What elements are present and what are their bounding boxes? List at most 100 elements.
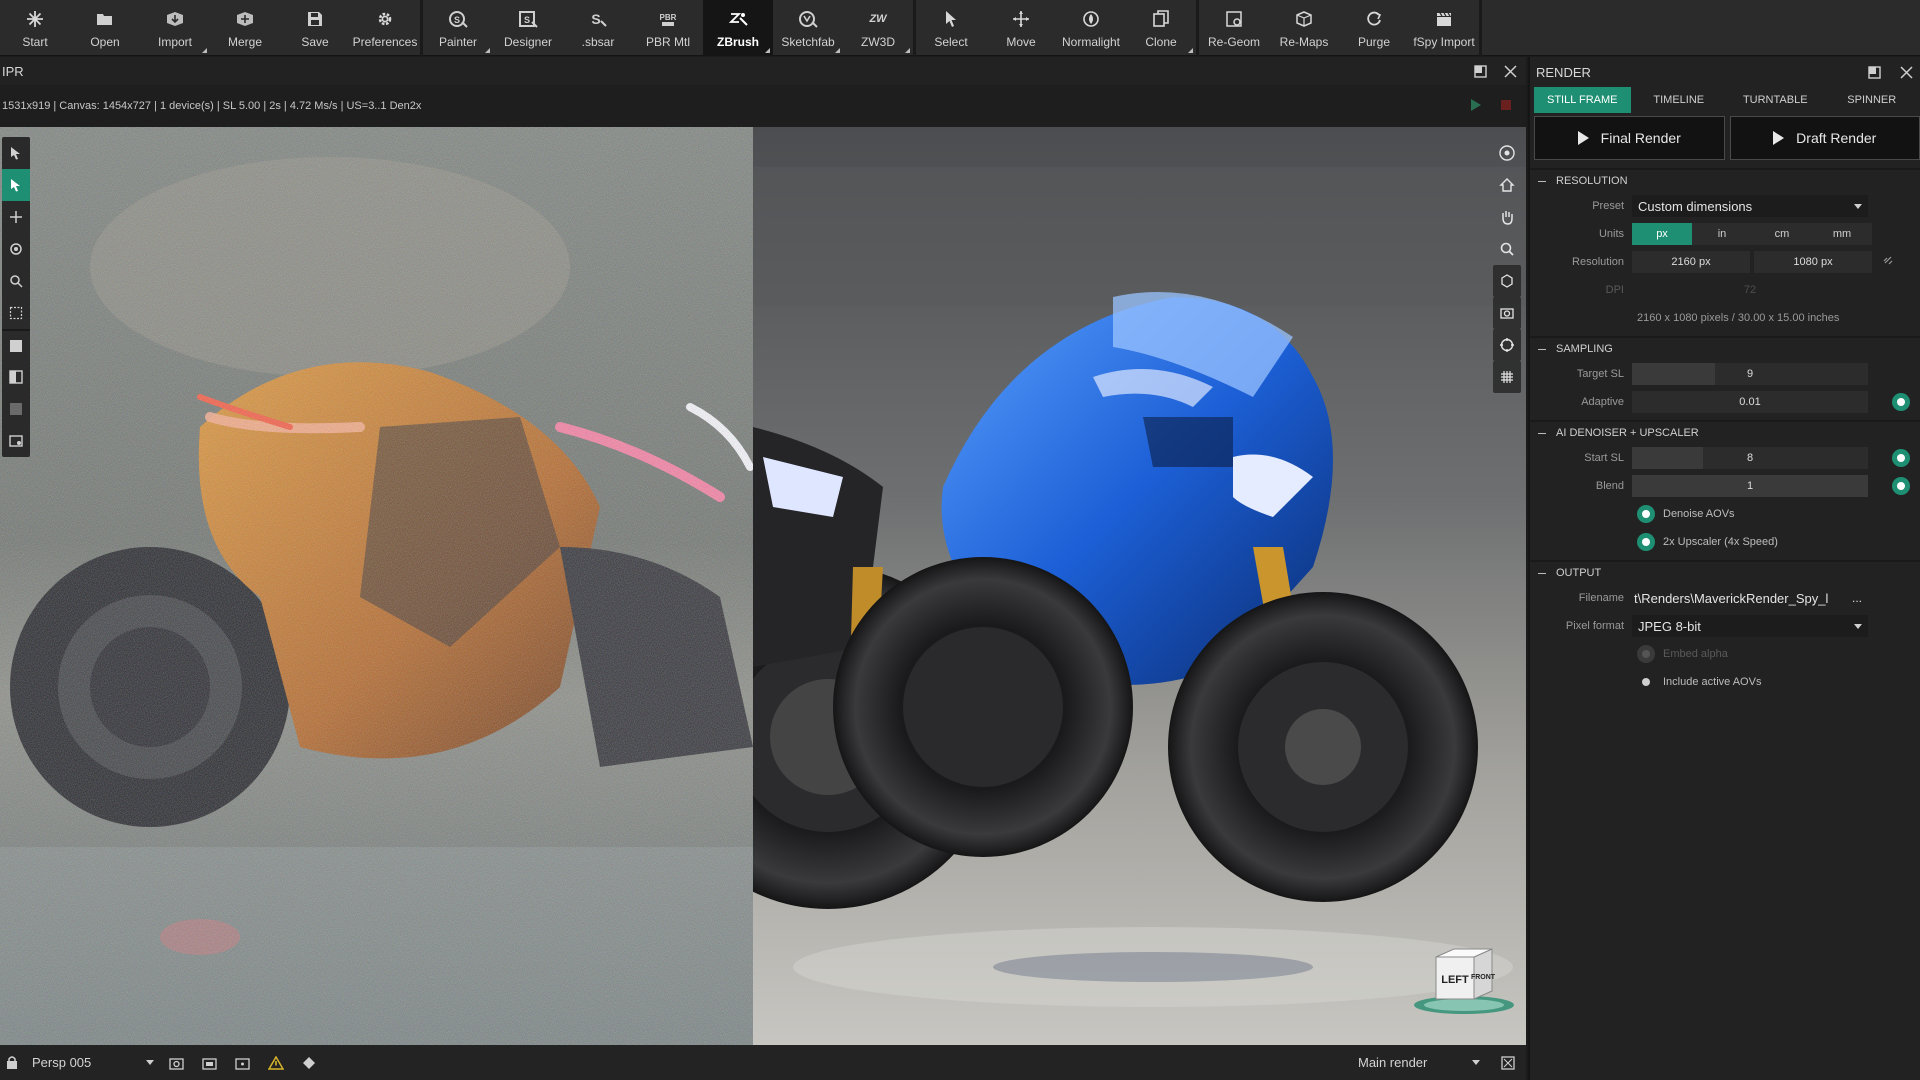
target-icon[interactable] <box>1493 329 1521 361</box>
preset-row: Preset Custom dimensions <box>1530 192 1920 220</box>
fspy-import-button[interactable]: fSpy Import <box>1409 0 1479 56</box>
pan-icon[interactable] <box>2 201 30 233</box>
output-header[interactable]: OUTPUT <box>1530 560 1920 584</box>
camera-copy-icon[interactable] <box>193 1045 226 1080</box>
zoom-icon[interactable] <box>2 265 30 297</box>
stop-icon[interactable] <box>1500 98 1512 116</box>
select-object-icon[interactable] <box>2 169 30 201</box>
orbit-icon[interactable] <box>2 233 30 265</box>
save-button[interactable]: Save <box>280 0 350 56</box>
merge-button[interactable]: Merge <box>210 0 280 56</box>
resolution-header[interactable]: RESOLUTION <box>1530 168 1920 192</box>
split-view-icon[interactable] <box>2 361 30 393</box>
maximize-icon[interactable] <box>1472 63 1488 79</box>
link-icon[interactable] <box>1882 253 1894 271</box>
denoiser-header[interactable]: AI DENOISER + UPSCALER <box>1530 420 1920 444</box>
resolution-height-field[interactable]: 1080 px <box>1754 251 1872 273</box>
close-icon[interactable] <box>1502 63 1518 79</box>
focus-icon[interactable] <box>1493 137 1521 169</box>
re-maps-button[interactable]: Re-Maps <box>1269 0 1339 56</box>
import-button[interactable]: Import <box>140 0 210 56</box>
fit-view-icon[interactable] <box>1491 1045 1524 1080</box>
warning-icon[interactable] <box>259 1045 292 1080</box>
start-sl-fill <box>1632 447 1703 469</box>
lock-icon[interactable] <box>6 1055 18 1072</box>
checker-icon[interactable] <box>2 393 30 425</box>
render-viewport[interactable]: LEFT FRONT <box>0 127 1526 1045</box>
painter-button[interactable]: S Painter <box>423 0 493 56</box>
start-sl-slider[interactable]: 8 <box>1632 447 1868 469</box>
camera-select[interactable]: Persp 005 <box>0 1045 160 1080</box>
snapshot-icon[interactable] <box>2 425 30 457</box>
import-label: Import <box>157 35 192 49</box>
tab-turntable[interactable]: TURNTABLE <box>1727 87 1824 113</box>
diamond-icon[interactable] <box>292 1045 325 1080</box>
target-sl-slider[interactable]: 9 <box>1632 363 1868 385</box>
adaptive-slider[interactable]: 0.01 <box>1632 391 1868 413</box>
play-icon <box>1773 131 1785 145</box>
move-button[interactable]: Move <box>986 0 1056 56</box>
upscaler-checkbox[interactable]: 2x Upscaler (4x Speed) <box>1530 528 1920 556</box>
tab-still-frame[interactable]: STILL FRAME <box>1534 87 1631 113</box>
navigation-cube[interactable]: LEFT FRONT <box>1412 943 1516 1017</box>
material-icon[interactable] <box>2 329 30 361</box>
normalight-icon <box>1078 7 1104 31</box>
grid-icon[interactable] <box>1493 361 1521 393</box>
ipr-bottom-bar: Persp 005 Main render <box>0 1045 1526 1080</box>
open-button[interactable]: Open <box>70 0 140 56</box>
purge-button[interactable]: Purge <box>1339 0 1409 56</box>
denoise-aovs-checkbox[interactable]: Denoise AOVs <box>1530 500 1920 528</box>
camera-add-icon[interactable] <box>160 1045 193 1080</box>
blend-slider[interactable]: 1 <box>1632 475 1868 497</box>
designer-button[interactable]: S Designer <box>493 0 563 56</box>
play-icon <box>1577 131 1589 145</box>
preset-select[interactable]: Custom dimensions <box>1632 195 1868 217</box>
hand-icon[interactable] <box>1493 201 1521 233</box>
zw3d-button[interactable]: ZW ZW3D <box>843 0 913 56</box>
include-aovs-checkbox[interactable]: Include active AOVs <box>1530 668 1920 696</box>
play-icon[interactable] <box>1470 98 1482 116</box>
re-geom-button[interactable]: Re-Geom <box>1199 0 1269 56</box>
close-icon[interactable] <box>1898 64 1914 80</box>
select-arrow-icon[interactable] <box>2 137 30 169</box>
adaptive-toggle[interactable] <box>1892 393 1910 411</box>
blend-toggle[interactable] <box>1892 477 1910 495</box>
clone-icon <box>1148 7 1174 31</box>
camera-view-icon[interactable] <box>1493 265 1521 297</box>
merge-label: Merge <box>227 35 262 49</box>
zoom-icon[interactable] <box>1493 233 1521 265</box>
zw3d-icon: ZW <box>865 7 891 31</box>
draft-render-button[interactable]: Draft Render <box>1729 116 1920 160</box>
tab-spinner[interactable]: SPINNER <box>1824 87 1920 113</box>
start-sl-toggle[interactable] <box>1892 449 1910 467</box>
resolution-width-field[interactable]: 2160 px <box>1632 251 1750 273</box>
tab-timeline[interactable]: TIMELINE <box>1631 87 1728 113</box>
zbrush-button[interactable]: ZBrush <box>703 0 773 56</box>
ipr-stats: 1531x919 | Canvas: 1454x727 | 1 device(s… <box>2 100 422 112</box>
unit-px[interactable]: px <box>1632 223 1692 245</box>
unit-mm[interactable]: mm <box>1812 223 1872 245</box>
re-geom-label: Re-Geom <box>1207 35 1260 49</box>
sketchfab-button[interactable]: Sketchfab <box>773 0 843 56</box>
browse-button[interactable]: ... <box>1852 591 1862 605</box>
preferences-button[interactable]: Preferences <box>350 0 420 56</box>
unit-in[interactable]: in <box>1692 223 1752 245</box>
final-render-button[interactable]: Final Render <box>1534 116 1725 160</box>
clone-button[interactable]: Clone <box>1126 0 1196 56</box>
region-icon[interactable] <box>2 297 30 329</box>
camera-settings-icon[interactable] <box>226 1045 259 1080</box>
sampling-header[interactable]: SAMPLING <box>1530 336 1920 360</box>
start-button[interactable]: Start <box>0 0 70 56</box>
camera-icon[interactable] <box>1493 297 1521 329</box>
sbsar-button[interactable]: S .sbsar <box>563 0 633 56</box>
normalight-button[interactable]: Normalight <box>1056 0 1126 56</box>
render-target-select[interactable]: Main render <box>1354 1045 1486 1080</box>
select-button[interactable]: Select <box>916 0 986 56</box>
home-icon[interactable] <box>1493 169 1521 201</box>
filename-field[interactable]: t\Renders\MaverickRender_Spy_l <box>1632 587 1850 609</box>
maximize-icon[interactable] <box>1866 64 1882 80</box>
unit-cm[interactable]: cm <box>1752 223 1812 245</box>
embed-alpha-checkbox[interactable]: Embed alpha <box>1530 640 1920 668</box>
pbr-mtl-button[interactable]: PBR PBR Mtl <box>633 0 703 56</box>
pixel-format-select[interactable]: JPEG 8-bit <box>1632 615 1868 637</box>
